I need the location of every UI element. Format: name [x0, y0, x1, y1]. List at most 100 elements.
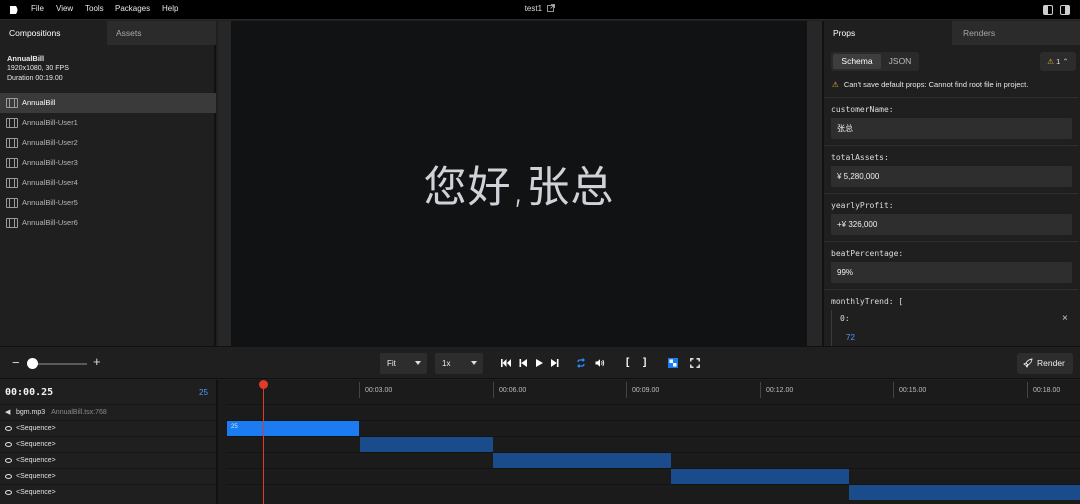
external-link-icon[interactable]	[547, 4, 556, 12]
eye-icon[interactable]	[5, 458, 12, 463]
timeline-ruler[interactable]: 00:03.00 00:06.00 00:09.00 00:12.00 00:1…	[226, 380, 1080, 400]
tab-props[interactable]: Props	[824, 21, 952, 45]
tab-compositions[interactable]: Compositions	[0, 21, 107, 45]
composition-duration: Duration 00:19.00	[7, 75, 63, 82]
array-index-label: 0:	[840, 314, 850, 323]
tick-label: 00:15.00	[899, 387, 927, 394]
film-icon	[6, 98, 18, 108]
toggle-left-panel-icon[interactable]	[1043, 5, 1053, 15]
chevron-down-icon	[471, 361, 477, 365]
divider	[824, 289, 1078, 290]
tab-assets[interactable]: Assets	[107, 21, 216, 45]
audio-collapse-icon[interactable]: ◀	[5, 405, 10, 421]
composition-item-label: AnnualBill-User5	[22, 198, 78, 207]
toggle-right-panel-icon[interactable]	[1060, 5, 1070, 15]
composition-item-label: AnnualBill-User1	[22, 118, 78, 127]
json-button[interactable]: JSON	[883, 54, 917, 69]
film-icon	[6, 218, 18, 228]
composition-info: AnnualBill 1920x1080, 30 FPS Duration 00…	[7, 54, 69, 84]
beatpercentage-input[interactable]: 99%	[831, 262, 1072, 283]
zoom-slider-handle[interactable]	[27, 358, 38, 369]
divider	[824, 193, 1078, 194]
sequence-row[interactable]: <Sequence>	[0, 420, 218, 436]
sequence-block[interactable]	[493, 453, 671, 468]
step-forward-icon[interactable]	[550, 358, 560, 368]
composition-item-user6[interactable]: AnnualBill-User6	[0, 213, 216, 233]
sequence-block[interactable]	[360, 437, 493, 452]
audio-track-row[interactable]: ◀ bgm.mp3 AnnualBill.tsx:768	[0, 404, 218, 420]
remove-item-icon[interactable]: ×	[1062, 313, 1068, 324]
volume-icon[interactable]	[595, 358, 605, 368]
composition-item-annualbill[interactable]: AnnualBill	[0, 93, 216, 113]
totalassets-input[interactable]: ¥ 5,280,000	[831, 166, 1072, 187]
divider	[824, 241, 1078, 242]
warning-count-button[interactable]: ⚠ 1 ⌃	[1040, 52, 1076, 71]
eye-icon[interactable]	[5, 490, 12, 495]
tab-renders[interactable]: Renders	[952, 21, 1080, 45]
composition-item-label: AnnualBill-User3	[22, 158, 78, 167]
preview-canvas[interactable]: 您好,张总	[231, 21, 807, 346]
tick-mark	[493, 382, 494, 398]
composition-item-user1[interactable]: AnnualBill-User1	[0, 113, 216, 133]
rocket-icon	[1023, 358, 1033, 368]
sequence-block[interactable]	[849, 485, 1080, 500]
playhead-line	[263, 384, 264, 504]
tick-mark	[893, 382, 894, 398]
playhead-handle[interactable]	[259, 380, 268, 389]
array-item-value[interactable]: 72	[846, 333, 855, 342]
out-point-icon[interactable]: ]	[643, 357, 646, 368]
sequence-row[interactable]: <Sequence>	[0, 436, 218, 452]
zoom-in-button[interactable]: +	[93, 354, 101, 369]
field-label-customername: customerName:	[831, 105, 894, 114]
field-label-beatpercentage: beatPercentage:	[831, 249, 904, 258]
current-time: 00:00.25	[5, 387, 54, 398]
yearlyprofit-input[interactable]: +¥ 326,000	[831, 214, 1072, 235]
film-icon	[6, 138, 18, 148]
divider	[824, 97, 1078, 98]
warning-count: 1	[1056, 57, 1061, 66]
render-button[interactable]: Render	[1017, 353, 1073, 374]
playback-control-bar: − + Fit 1x [ ] Render	[0, 346, 1080, 379]
timeline-track-list: 00:00.25 25 ◀ bgm.mp3 AnnualBill.tsx:768…	[0, 380, 218, 504]
composition-item-user2[interactable]: AnnualBill-User2	[0, 133, 216, 153]
composition-item-label: AnnualBill-User2	[22, 138, 78, 147]
field-label-monthlytrend: monthlyTrend: [	[831, 297, 904, 306]
sequence-lane	[226, 484, 1080, 500]
tick-mark	[359, 382, 360, 398]
tick-label: 00:03.00	[365, 387, 393, 394]
composition-item-user5[interactable]: AnnualBill-User5	[0, 193, 216, 213]
sequence-row[interactable]: <Sequence>	[0, 484, 218, 500]
sequence-label: <Sequence>	[16, 425, 56, 432]
sequence-row[interactable]: <Sequence>	[0, 468, 218, 484]
eye-icon[interactable]	[5, 442, 12, 447]
schema-button[interactable]: Schema	[833, 54, 881, 69]
sequence-label: <Sequence>	[16, 489, 56, 496]
jump-to-start-icon[interactable]	[501, 358, 511, 368]
customername-input[interactable]: 张总	[831, 118, 1072, 139]
play-icon[interactable]	[534, 358, 544, 368]
fit-select[interactable]: Fit	[380, 353, 427, 374]
film-icon	[6, 198, 18, 208]
sequence-label: <Sequence>	[16, 473, 56, 480]
divider	[824, 145, 1078, 146]
eye-icon[interactable]	[5, 474, 12, 479]
in-point-icon[interactable]: [	[626, 357, 629, 368]
project-title[interactable]: test1	[525, 4, 542, 13]
composition-item-user4[interactable]: AnnualBill-User4	[0, 173, 216, 193]
audio-track-source: AnnualBill.tsx:768	[51, 409, 107, 416]
current-frame: 25	[199, 388, 208, 397]
composition-item-user3[interactable]: AnnualBill-User3	[0, 153, 216, 173]
zoom-out-button[interactable]: −	[12, 355, 20, 370]
loop-icon[interactable]	[576, 358, 586, 368]
props-panel: Props Renders Schema JSON ⚠ 1 ⌃ ⚠ Can't …	[822, 21, 1080, 346]
sequence-row[interactable]: <Sequence>	[0, 452, 218, 468]
sequence-label: <Sequence>	[16, 441, 56, 448]
eye-icon[interactable]	[5, 426, 12, 431]
step-back-icon[interactable]	[518, 358, 528, 368]
speed-select-value: 1x	[442, 359, 451, 368]
sequence-block[interactable]: 25	[227, 421, 359, 436]
fullscreen-icon[interactable]	[690, 358, 700, 368]
checkerboard-icon[interactable]	[668, 358, 678, 368]
speed-select[interactable]: 1x	[435, 353, 483, 374]
sequence-block[interactable]	[671, 469, 849, 484]
